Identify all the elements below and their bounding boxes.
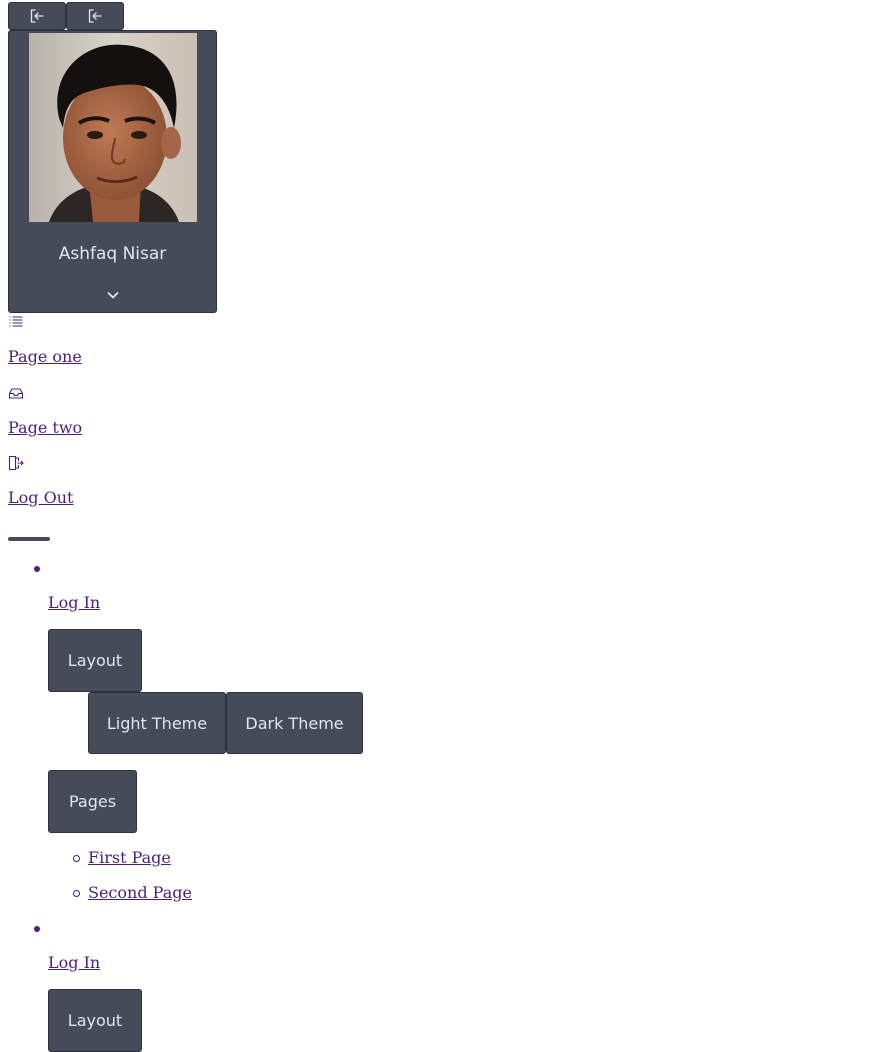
light-theme-button[interactable]: Light Theme [88,692,226,754]
inbox-icon[interactable] [8,385,24,401]
login-link[interactable]: Log In [48,593,100,612]
list-bullet [34,926,40,932]
nav-link-log-out[interactable]: Log Out [8,488,73,507]
layout-button[interactable]: Layout [48,989,142,1052]
login-link[interactable]: Log In [48,953,100,972]
profile-card: Ashfaq Nisar [8,30,217,313]
list-bullet [73,855,80,862]
sign-in-button-1[interactable] [8,2,66,30]
layout-button[interactable]: Layout [48,629,142,692]
door-open-icon[interactable] [8,455,24,471]
pages-button[interactable]: Pages [48,770,137,833]
profile-name: Ashfaq Nisar [58,244,167,264]
avatar [29,33,197,222]
list-bullet [34,566,40,572]
sign-in-button-2[interactable] [66,2,124,30]
second-page-link[interactable]: Second Page [88,883,192,902]
list-icon[interactable] [8,314,24,330]
box-arrow-in-left-icon [88,9,102,23]
menu-separator [8,537,50,541]
nav-link-page-one[interactable]: Page one [8,347,82,366]
box-arrow-in-left-icon [30,9,44,23]
dark-theme-button[interactable]: Dark Theme [226,692,363,754]
first-page-link[interactable]: First Page [88,848,171,867]
list-bullet [73,890,80,897]
chevron-down-icon[interactable] [105,287,121,303]
nav-link-page-two[interactable]: Page two [8,418,82,437]
